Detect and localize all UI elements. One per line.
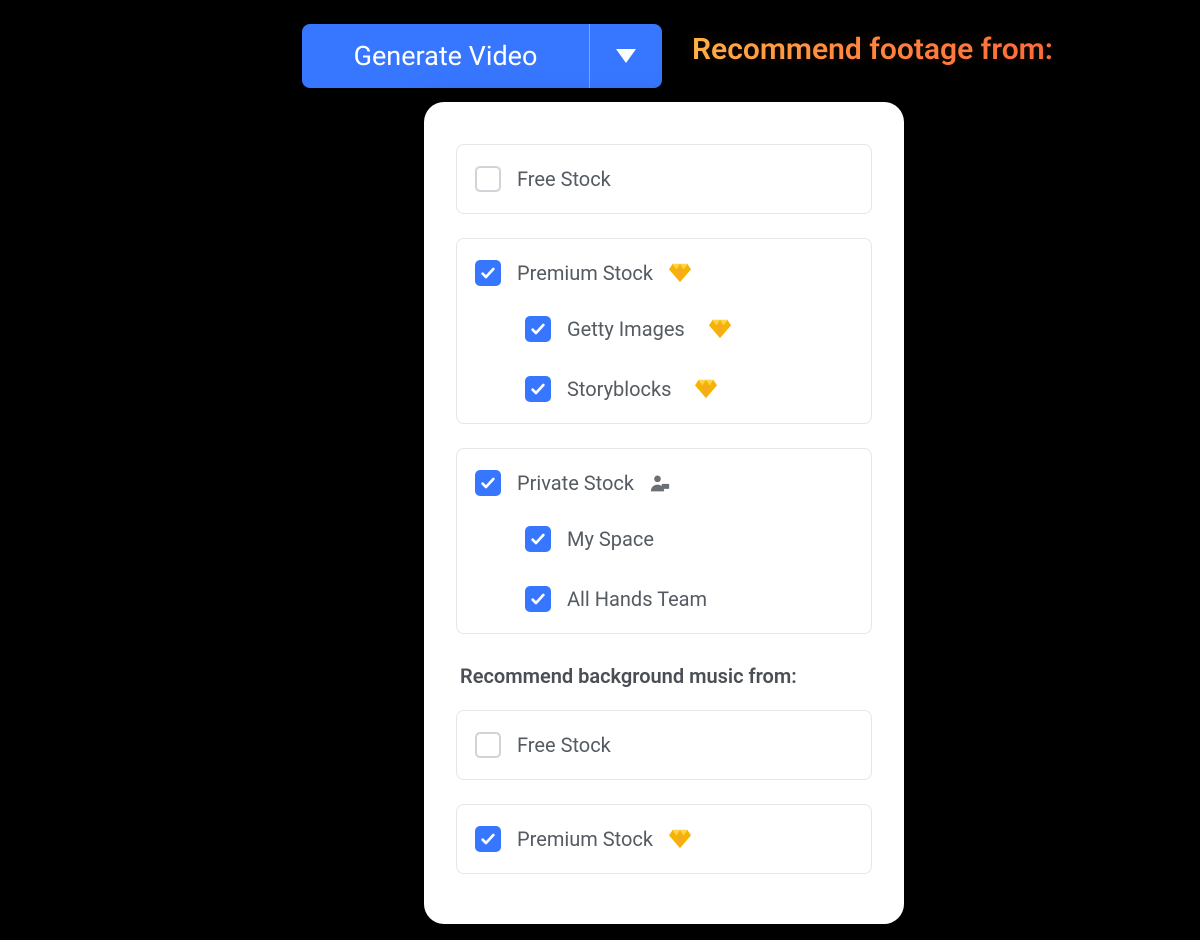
checkbox-footage-myspace[interactable]	[525, 526, 551, 552]
row-footage-myspace[interactable]: My Space	[525, 519, 853, 559]
diamond-icon	[709, 319, 731, 339]
label-footage-allhands: All Hands Team	[567, 587, 707, 611]
checkbox-footage-private[interactable]	[475, 470, 501, 496]
diamond-icon	[669, 829, 691, 849]
option-music-premium[interactable]: Premium Stock	[456, 804, 872, 874]
option-footage-premium: Premium Stock Getty Images Storyblocks	[456, 238, 872, 424]
option-music-free[interactable]: Free Stock	[456, 710, 872, 780]
generate-video-button[interactable]: Generate Video	[302, 24, 662, 88]
label-footage-myspace: My Space	[567, 527, 654, 551]
checkbox-footage-getty[interactable]	[525, 316, 551, 342]
callout-footage-from: Recommend footage from:	[692, 32, 1053, 67]
chevron-down-icon	[614, 47, 638, 65]
option-footage-free[interactable]: Free Stock	[456, 144, 872, 214]
heading-music: Recommend background music from:	[460, 664, 872, 688]
checkbox-music-premium[interactable]	[475, 826, 501, 852]
row-footage-private[interactable]: Private Stock	[475, 463, 853, 503]
checkbox-footage-allhands[interactable]	[525, 586, 551, 612]
checkbox-footage-storyblocks[interactable]	[525, 376, 551, 402]
checkbox-music-free[interactable]	[475, 732, 501, 758]
dropdown-toggle[interactable]	[590, 47, 662, 65]
label-music-free: Free Stock	[517, 733, 611, 757]
generate-video-label: Generate Video	[302, 40, 589, 72]
checkbox-footage-free[interactable]	[475, 166, 501, 192]
row-footage-allhands[interactable]: All Hands Team	[525, 579, 853, 619]
label-footage-private: Private Stock	[517, 471, 634, 495]
label-footage-getty: Getty Images	[567, 317, 685, 341]
row-footage-storyblocks[interactable]: Storyblocks	[525, 369, 853, 409]
checkbox-footage-premium[interactable]	[475, 260, 501, 286]
row-footage-getty[interactable]: Getty Images	[525, 309, 853, 349]
label-footage-storyblocks: Storyblocks	[567, 377, 671, 401]
row-footage-premium[interactable]: Premium Stock	[475, 253, 853, 293]
options-panel: Free Stock Premium Stock Getty Images	[424, 102, 904, 924]
label-footage-free: Free Stock	[517, 167, 611, 191]
diamond-icon	[695, 379, 717, 399]
label-music-premium: Premium Stock	[517, 827, 653, 851]
option-footage-private: Private Stock My Space All Hands Team	[456, 448, 872, 634]
label-footage-premium: Premium Stock	[517, 261, 653, 285]
people-icon	[650, 473, 670, 493]
diamond-icon	[669, 263, 691, 283]
